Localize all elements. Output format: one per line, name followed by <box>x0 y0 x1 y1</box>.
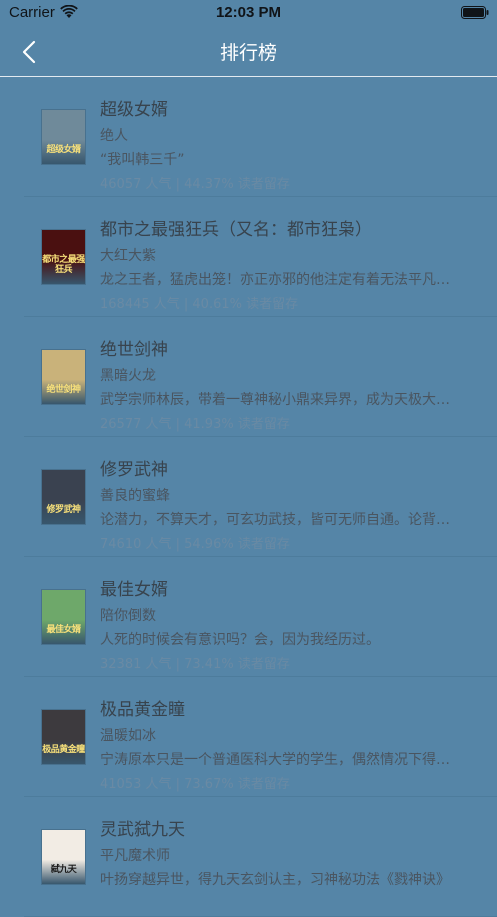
book-cover-image: 弑九天 <box>42 830 85 884</box>
book-list-item[interactable]: 修罗武神 修罗武神 善良的蜜蜂 论潜力，不算天才，可玄功武技，皆可无师自通。论背景， 7… <box>24 437 497 557</box>
book-cover-text: 弑九天 <box>50 865 77 875</box>
book-description: 叶扬穿越异世，得九天玄剑认主，习神秘功法《戮神诀》 <box>100 872 450 888</box>
book-title: 极品黄金瞳 <box>100 700 185 720</box>
book-author: 陪你倒数 <box>100 608 156 624</box>
book-description: 论潜力，不算天才，可玄功武技，皆可无师自通。论背景， <box>100 512 460 528</box>
status-bar: Carrier 12:03 PM <box>0 0 497 26</box>
book-author: 善良的蜜蜂 <box>100 488 170 504</box>
book-list-item[interactable]: 最佳女婿 最佳女婿 陪你倒数 人死的时候会有意识吗？会，因为我经历过。 32381 人气… <box>24 557 497 677</box>
book-stats: 26577 人气 | 41.93% 读者留存 <box>100 417 290 432</box>
navigation-bar: 排行榜 <box>0 26 497 76</box>
book-list-item[interactable]: 极品黄金瞳 极品黄金瞳 温暖如冰 宁涛原本只是一个普通医科大学的学生，偶然情况下得到一… <box>24 677 497 797</box>
book-list-item[interactable]: 绝世剑神绝世剑神黑暗火龙武学宗师林辰，带着一尊神秘小鼎来异界，成为天极大陆上的传… <box>24 317 497 437</box>
book-title: 最佳女婿 <box>100 580 168 600</box>
book-cover-text: 修罗武神 <box>46 505 81 515</box>
book-description: 武学宗师林辰，带着一尊神秘小鼎来异界，成为天极大陆上的传奇 <box>100 392 460 408</box>
clock: 12:03 PM <box>215 4 282 21</box>
book-list-item[interactable]: 都市之最强狂兵 都市之最强狂兵（又名：都市狂枭） 大红大紫龙之王者，猛虎出笼！亦正亦… <box>24 197 497 317</box>
book-stats: 168445 人气 | 40.61% 读者留存 <box>100 297 299 312</box>
book-cover-image: 都市之最强狂兵 <box>42 230 85 284</box>
book-author: 温暖如冰 <box>100 728 156 744</box>
book-cover-text: 绝世剑神 <box>46 385 81 395</box>
book-description: 龙之王者，猛虎出笼！亦正亦邪的他注定有着无法平凡的人生， <box>100 272 460 288</box>
book-stats: 32381 人气 | 73.41% 读者留存 <box>100 657 290 672</box>
book-cover-image: 极品黄金瞳 <box>42 710 85 764</box>
book-author: 黑暗火龙 <box>100 368 156 384</box>
ranking-list: 超级女婿 超级女婿 绝人 “我叫韩三千” 46057 人气 | 44.37% 读者留存都… <box>0 77 497 917</box>
book-author: 大红大紫 <box>100 248 156 264</box>
book-cover-text: 最佳女婿 <box>46 625 81 635</box>
book-cover-text: 极品黄金瞳 <box>42 745 85 755</box>
book-title: 修罗武神 <box>100 460 168 480</box>
book-cover-text: 超级女婿 <box>46 145 81 155</box>
book-stats: 46057 人气 | 44.37% 读者留存 <box>100 177 290 192</box>
book-cover-image: 超级女婿 <box>42 110 85 164</box>
book-description: 人死的时候会有意识吗？会，因为我经历过。 <box>100 632 380 648</box>
book-list-item[interactable]: 超级女婿 超级女婿 绝人 “我叫韩三千” 46057 人气 | 44.37% 读者留存 <box>24 77 497 197</box>
book-title: 绝世剑神 <box>100 340 168 360</box>
battery-icon <box>461 6 489 19</box>
book-author: 绝人 <box>100 128 128 144</box>
book-cover-text: 都市之最强狂兵 <box>42 255 85 275</box>
book-author: 平凡魔术师 <box>100 848 170 864</box>
book-description: “我叫韩三千” <box>100 152 185 168</box>
book-title: 都市之最强狂兵（又名：都市狂枭） <box>100 220 372 240</box>
page-title: 排行榜 <box>219 42 277 64</box>
book-stats: 41053 人气 | 73.67% 读者留存 <box>100 777 290 792</box>
book-list-item[interactable]: 弑九天 灵武弑九天平凡魔术师叶扬穿越异世，得九天玄剑认主，习神秘功法《戮神诀》 <box>24 797 497 917</box>
book-cover-image: 修罗武神 <box>42 470 85 524</box>
book-title: 灵武弑九天 <box>100 820 185 840</box>
book-cover-image: 绝世剑神 <box>42 350 85 404</box>
book-description: 宁涛原本只是一个普通医科大学的学生，偶然情况下得到一双黄金瞳 <box>100 752 460 768</box>
book-cover-image: 最佳女婿 <box>42 590 85 644</box>
book-stats: 74610 人气 | 54.96% 读者留存 <box>100 537 290 552</box>
book-title: 超级女婿 <box>100 100 168 120</box>
